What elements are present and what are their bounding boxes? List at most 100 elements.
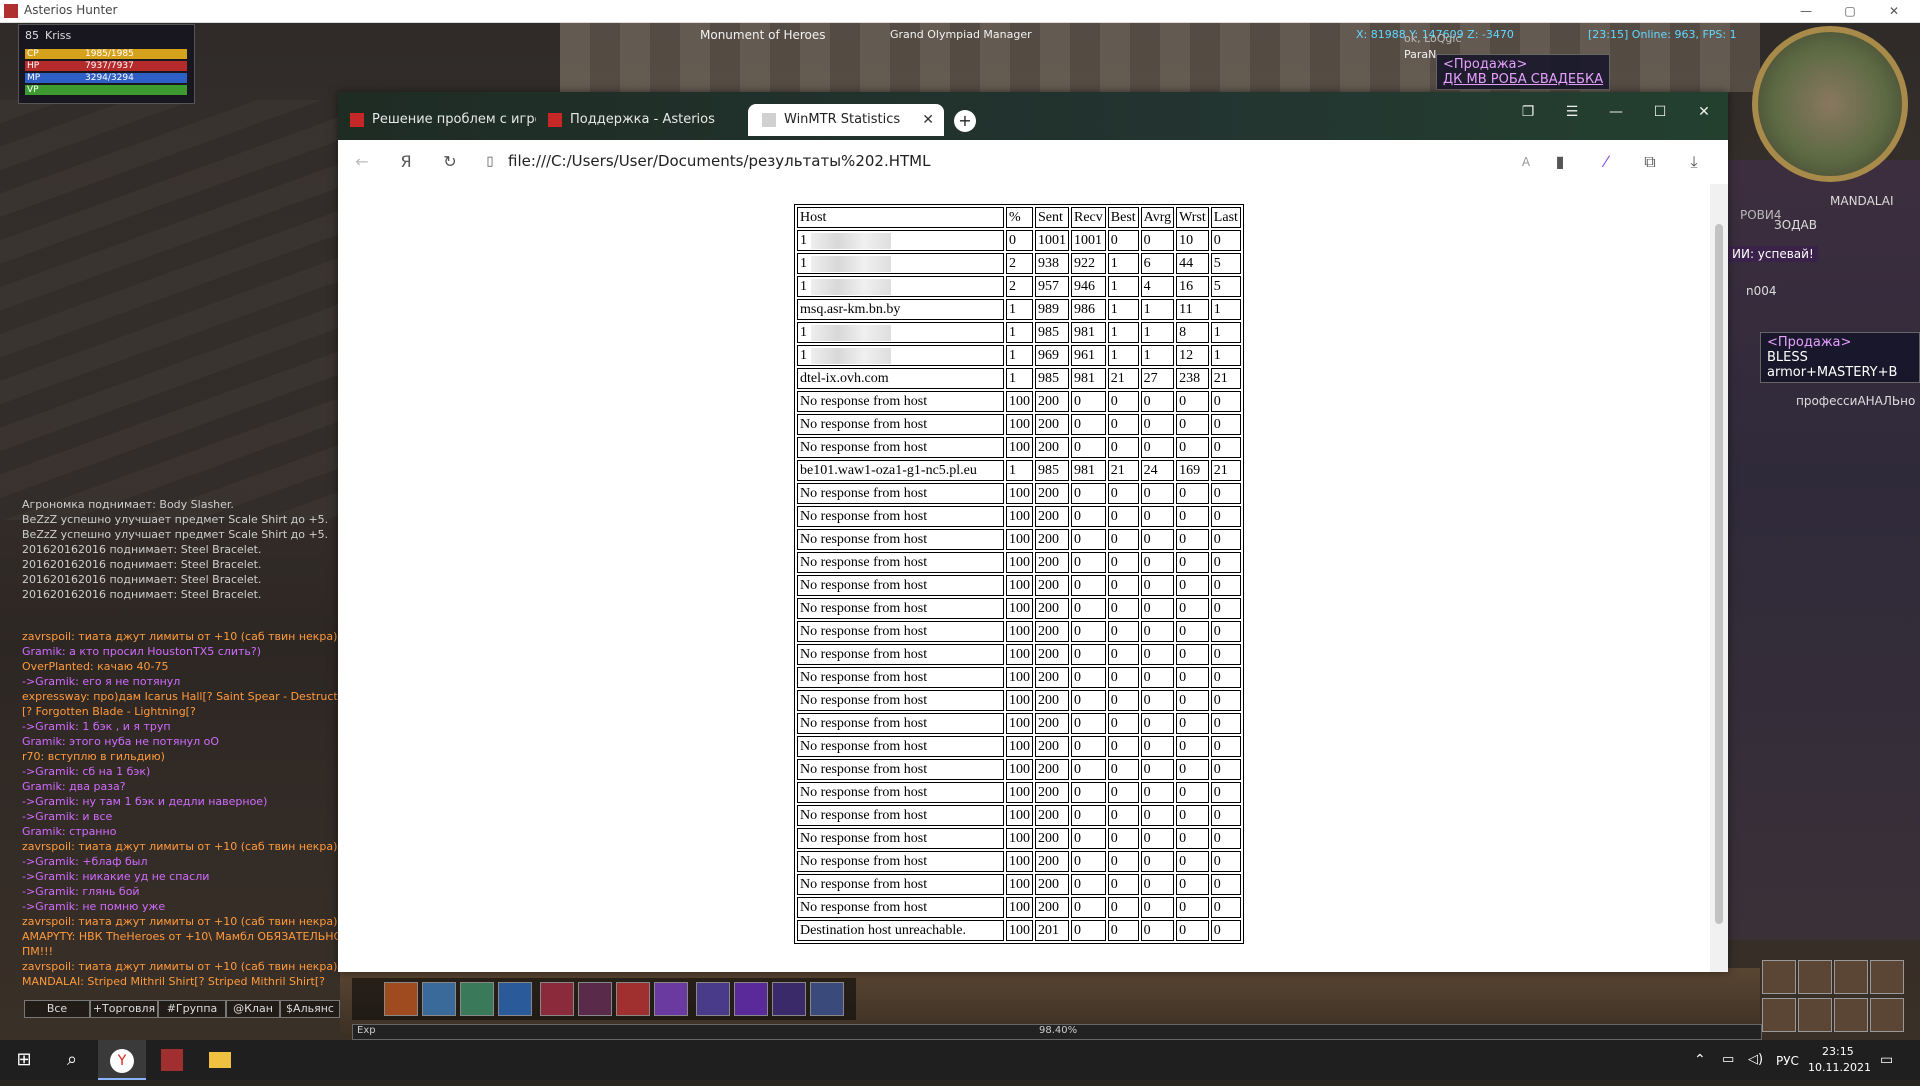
skill-slot-f9[interactable] bbox=[696, 982, 730, 1016]
skill-slot-f12[interactable] bbox=[810, 982, 844, 1016]
value-cell: 0 bbox=[1176, 644, 1209, 665]
minimize-button[interactable]: — bbox=[1788, 0, 1824, 22]
notifications-icon[interactable]: ▭ bbox=[1880, 1052, 1893, 1068]
value-cell: 200 bbox=[1035, 828, 1069, 849]
skill-slot-f5[interactable] bbox=[540, 982, 574, 1016]
minimap[interactable] bbox=[1752, 26, 1908, 182]
value-cell: 200 bbox=[1035, 644, 1069, 665]
search-icon[interactable]: ⌕ bbox=[48, 1040, 96, 1080]
sale-sign-1[interactable]: <Продажа> ДК МВ РОБА СВАДЕБКА bbox=[1436, 54, 1611, 90]
value-cell: 0 bbox=[1071, 552, 1106, 573]
chat-tab-alliance[interactable]: $Альянс bbox=[280, 1000, 340, 1018]
value-cell: 0 bbox=[1176, 483, 1209, 504]
menu-slot[interactable] bbox=[1834, 998, 1868, 1032]
close-button[interactable]: ✕ bbox=[1876, 0, 1912, 22]
host-cell: No response from host bbox=[797, 598, 1004, 619]
castle-wall bbox=[0, 100, 340, 520]
reload-icon[interactable]: ↻ bbox=[438, 150, 462, 174]
value-cell: 0 bbox=[1107, 759, 1139, 780]
file-favicon bbox=[762, 112, 776, 127]
yandex-icon[interactable]: Я bbox=[394, 150, 418, 174]
monument-label[interactable]: Monument of Heroes bbox=[700, 28, 826, 42]
value-cell: 1 bbox=[1107, 276, 1139, 297]
value-cell: 0 bbox=[1176, 897, 1209, 918]
chat-tab-all[interactable]: Все bbox=[24, 1000, 90, 1018]
value-cell: 985 bbox=[1035, 460, 1069, 481]
value-cell: 0 bbox=[1210, 897, 1241, 918]
chat-tab-clan[interactable]: @Клан bbox=[226, 1000, 280, 1018]
menu-slot[interactable] bbox=[1834, 960, 1868, 994]
value-cell: 100 bbox=[1006, 759, 1033, 780]
navigation-bar: ← Я ↻ ▯ file:///C:/Users/User/Documents/… bbox=[338, 140, 1728, 185]
menu-slot[interactable] bbox=[1798, 998, 1832, 1032]
host-cell: No response from host bbox=[797, 874, 1004, 895]
skill-slot-f7[interactable] bbox=[616, 982, 650, 1016]
log-line: Агрономка поднимает: Body Slasher. bbox=[22, 498, 234, 511]
file-explorer-icon[interactable] bbox=[196, 1040, 244, 1080]
maximize-window-button[interactable]: ☐ bbox=[1642, 100, 1678, 124]
value-cell: 0 bbox=[1140, 483, 1175, 504]
clock-date[interactable]: 10.11.2021 bbox=[1808, 1061, 1871, 1074]
host-cell: 1 bbox=[797, 253, 1004, 274]
menu-slot[interactable] bbox=[1870, 960, 1904, 994]
skill-slot-f10[interactable] bbox=[734, 982, 768, 1016]
value-cell: 200 bbox=[1035, 690, 1069, 711]
tab-problems[interactable]: Решение проблем с игро bbox=[350, 104, 536, 136]
pen-icon[interactable]: ⁄ bbox=[1594, 150, 1618, 174]
address-bar[interactable]: file:///C:/Users/User/Documents/результа… bbox=[508, 152, 930, 170]
tab-support[interactable]: Поддержка - Asterios bbox=[548, 104, 738, 136]
minimize-window-button[interactable]: — bbox=[1598, 100, 1634, 124]
value-cell: 0 bbox=[1107, 713, 1139, 734]
tray-chevron-icon[interactable]: ⌃ bbox=[1694, 1052, 1706, 1068]
value-cell: 1 bbox=[1107, 345, 1139, 366]
value-cell: 100 bbox=[1006, 575, 1033, 596]
download-icon[interactable]: ⤓ bbox=[1682, 150, 1706, 174]
translate-icon[interactable]: A bbox=[1514, 150, 1538, 174]
back-icon[interactable]: ← bbox=[350, 150, 374, 174]
chat-line: ->Gramik: не помню уже bbox=[22, 900, 166, 913]
yandex-browser-taskbar-icon[interactable]: Y bbox=[98, 1040, 146, 1080]
menu-slot[interactable] bbox=[1870, 998, 1904, 1032]
value-cell: 0 bbox=[1176, 621, 1209, 642]
network-icon[interactable]: ▭ bbox=[1722, 1052, 1734, 1067]
close-tab-icon[interactable]: ✕ bbox=[922, 104, 934, 136]
skill-slot-f2[interactable] bbox=[422, 982, 456, 1016]
sale-sign-2[interactable]: <Продажа> BLESS armor+MASTERY+B bbox=[1760, 332, 1920, 383]
value-cell: 0 bbox=[1140, 782, 1175, 803]
menu-slot[interactable] bbox=[1762, 960, 1796, 994]
windows-start-icon[interactable]: ⊞ bbox=[0, 1040, 48, 1080]
value-cell: 200 bbox=[1035, 575, 1069, 596]
volume-icon[interactable]: ◁) bbox=[1748, 1052, 1763, 1067]
skill-slot-f6[interactable] bbox=[578, 982, 612, 1016]
scrollbar-thumb[interactable] bbox=[1715, 224, 1723, 924]
skill-slot-f3[interactable] bbox=[460, 982, 494, 1016]
close-window-button[interactable]: ✕ bbox=[1686, 100, 1722, 124]
value-cell: 200 bbox=[1035, 391, 1069, 412]
vertical-scrollbar[interactable] bbox=[1710, 184, 1728, 972]
clock-time[interactable]: 23:15 bbox=[1822, 1045, 1854, 1058]
skill-slot-f11[interactable] bbox=[772, 982, 806, 1016]
menu-slot[interactable] bbox=[1762, 998, 1796, 1032]
game-taskbar-icon[interactable] bbox=[148, 1040, 196, 1080]
extensions-icon[interactable]: ⧉ bbox=[1638, 150, 1662, 174]
new-tab-button[interactable]: + bbox=[954, 110, 976, 132]
collections-icon[interactable]: ❐ bbox=[1510, 100, 1546, 124]
value-cell: 100 bbox=[1006, 667, 1033, 688]
table-row: No response from host 100 200 0 0 0 0 0 bbox=[797, 644, 1241, 665]
skill-slot-f1[interactable] bbox=[384, 982, 418, 1016]
skill-slot-f4[interactable] bbox=[498, 982, 532, 1016]
tab-winmtr[interactable]: WinMTR Statistics ✕ bbox=[748, 104, 944, 136]
skill-slot-f8[interactable] bbox=[654, 982, 688, 1016]
value-cell: 200 bbox=[1035, 897, 1069, 918]
menu-slot[interactable] bbox=[1798, 960, 1832, 994]
maximize-button[interactable]: ▢ bbox=[1832, 0, 1868, 22]
language-indicator[interactable]: РУС bbox=[1776, 1054, 1799, 1068]
olympiad-label[interactable]: Grand Olympiad Manager bbox=[890, 28, 1032, 41]
chat-tab-trade[interactable]: +Торговля bbox=[90, 1000, 158, 1018]
table-row: No response from host 100 200 0 0 0 0 0 bbox=[797, 713, 1241, 734]
chat-tab-party[interactable]: #Группа bbox=[158, 1000, 226, 1018]
game-window-titlebar: Asterios Hunter — ▢ ✕ bbox=[0, 0, 1920, 23]
menu-icon[interactable]: ☰ bbox=[1554, 100, 1590, 124]
bookmark-icon[interactable]: ▮ bbox=[1548, 150, 1572, 174]
value-cell: 0 bbox=[1107, 552, 1139, 573]
